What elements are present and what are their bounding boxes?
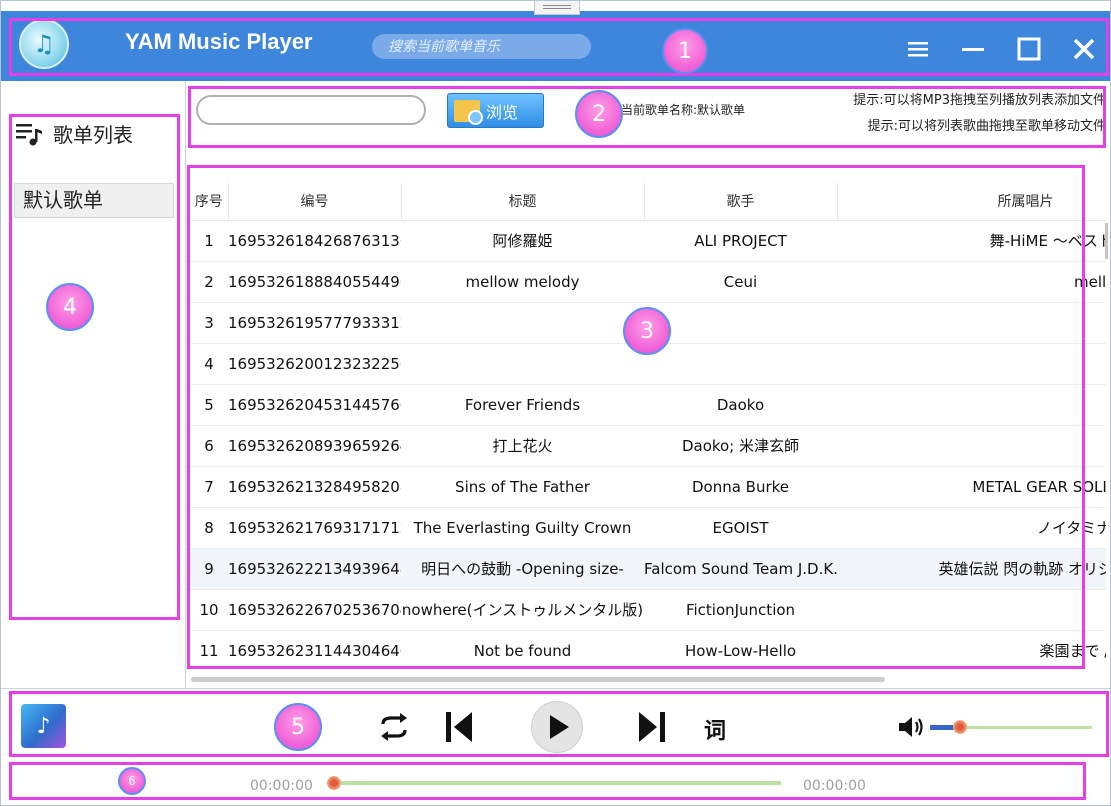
annotation-box-1 xyxy=(9,18,1109,76)
annotation-box-5 xyxy=(9,691,1109,757)
window-drag-handle[interactable] xyxy=(534,1,580,15)
vertical-scrollbar[interactable] xyxy=(1105,223,1108,259)
music-player-window: ♫ YAM Music Player 歌单列表 默认歌单 浏 xyxy=(0,0,1111,806)
annotation-box-4 xyxy=(9,114,180,620)
annotation-marker-4: 4 xyxy=(46,283,94,331)
annotation-box-6 xyxy=(9,762,1086,800)
annotation-marker-1: 1 xyxy=(662,28,708,74)
annotation-marker-6: 6 xyxy=(118,767,146,795)
annotation-box-3 xyxy=(187,165,1085,669)
sidebar-divider xyxy=(185,81,186,689)
horizontal-scrollbar[interactable] xyxy=(191,677,885,682)
annotation-marker-3: 3 xyxy=(623,307,671,355)
control-bar-divider xyxy=(1,688,1110,689)
annotation-box-2 xyxy=(188,86,1106,148)
annotation-marker-5: 5 xyxy=(274,703,322,751)
annotation-marker-2: 2 xyxy=(575,90,623,138)
